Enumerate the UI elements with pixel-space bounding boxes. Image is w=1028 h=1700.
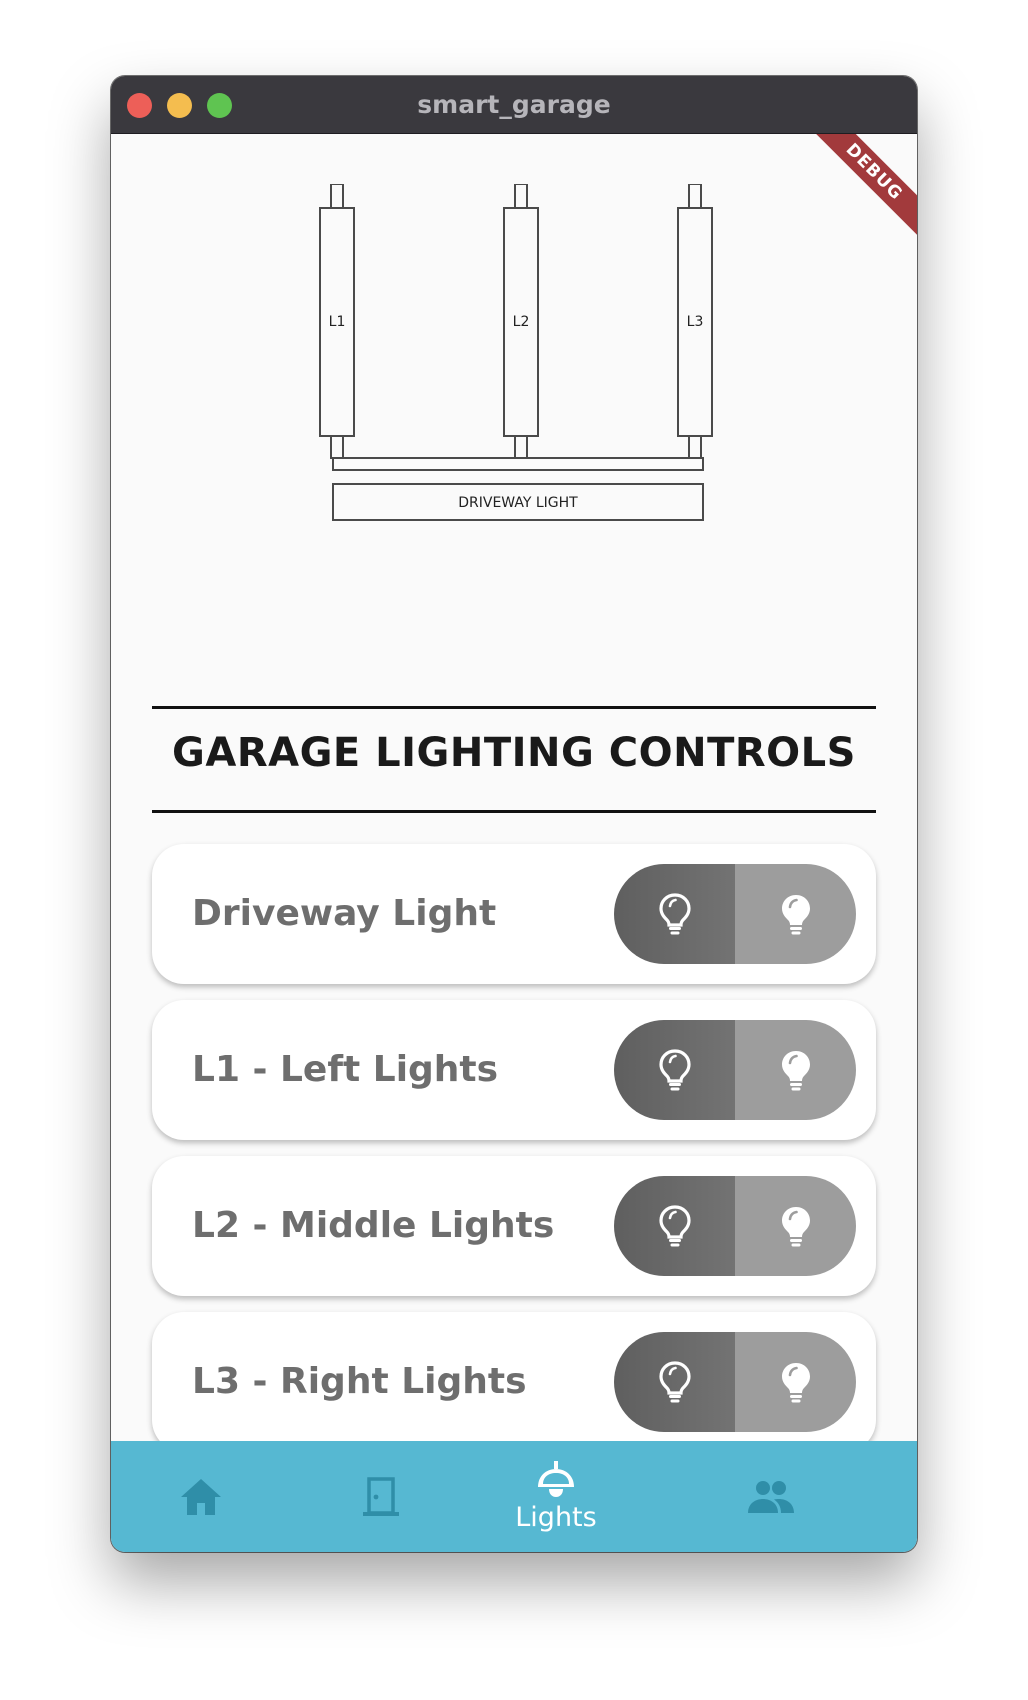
nav-item-door[interactable] [331,1441,431,1552]
light-l1-bottom-stem [330,435,344,459]
lightbulb-outline-icon [658,1205,691,1247]
light-off-button[interactable] [735,1332,856,1432]
lightbulb-filled-icon [781,895,810,935]
light-toggle [614,1020,856,1120]
control-card-l1: L1 - Left Lights [152,1000,876,1140]
control-card-driveway: Driveway Light [152,844,876,984]
light-on-button[interactable] [614,864,735,964]
garage-light-diagram: L1 L2 L3 DRIVEWAY LIGHT [319,184,713,521]
light-l1-label: L1 [329,314,346,330]
debug-banner: DEBUG [803,134,917,243]
lightbulb-outline-icon [658,893,691,935]
light-l1-top-stem [330,184,344,209]
section-heading: GARAGE LIGHTING CONTROLS [172,730,856,776]
light-off-button[interactable] [735,1020,856,1120]
ceiling-light-icon [538,1461,574,1497]
control-label: L2 - Middle Lights [192,1205,555,1246]
light-l2-bottom-stem [514,435,528,459]
driveway-light-label: DRIVEWAY LIGHT [458,495,578,511]
light-off-button[interactable] [735,1176,856,1276]
control-card-l2: L2 - Middle Lights [152,1156,876,1296]
nav-item-lights[interactable]: Lights [491,1441,621,1552]
light-off-button[interactable] [735,864,856,964]
light-l3-top-stem [688,184,702,209]
window-title: smart_garage [417,90,611,119]
connector-bar [332,457,704,471]
control-label: L3 - Right Lights [192,1361,527,1402]
main-content: DEBUG L1 L2 L3 DRIVEWAY LIGHT GARAGE LIG… [111,134,917,1445]
nav-item-people[interactable] [711,1441,831,1552]
light-toggle [614,1176,856,1276]
lightbulb-filled-icon [781,1207,810,1247]
heading-bottom-rule [152,810,876,813]
control-label: Driveway Light [192,893,497,934]
home-icon [181,1478,221,1515]
light-on-button[interactable] [614,1176,735,1276]
door-icon [363,1476,399,1516]
people-icon [748,1480,794,1513]
lightbulb-outline-icon [658,1049,691,1091]
light-l3-bottom-stem [688,435,702,459]
light-on-button[interactable] [614,1332,735,1432]
light-l2-label: L2 [513,314,530,330]
lightbulb-outline-icon [658,1361,691,1403]
lightbulb-filled-icon [781,1051,810,1091]
control-label: L1 - Left Lights [192,1049,499,1090]
nav-item-home[interactable] [151,1441,251,1552]
app-window: smart_garage DEBUG L1 L2 L3 DRIVEWAY LIG… [111,76,917,1552]
control-card-l3: L3 - Right Lights [152,1312,876,1445]
light-toggle [614,1332,856,1432]
bottom-navigation-bar: Lights [111,1441,917,1552]
light-l3-label: L3 [687,314,704,330]
lightbulb-filled-icon [781,1363,810,1403]
heading-top-rule [152,706,876,709]
light-toggle [614,864,856,964]
light-l2-top-stem [514,184,528,209]
light-on-button[interactable] [614,1020,735,1120]
nav-item-label: Lights [515,1502,597,1533]
title-bar: smart_garage [111,76,917,134]
